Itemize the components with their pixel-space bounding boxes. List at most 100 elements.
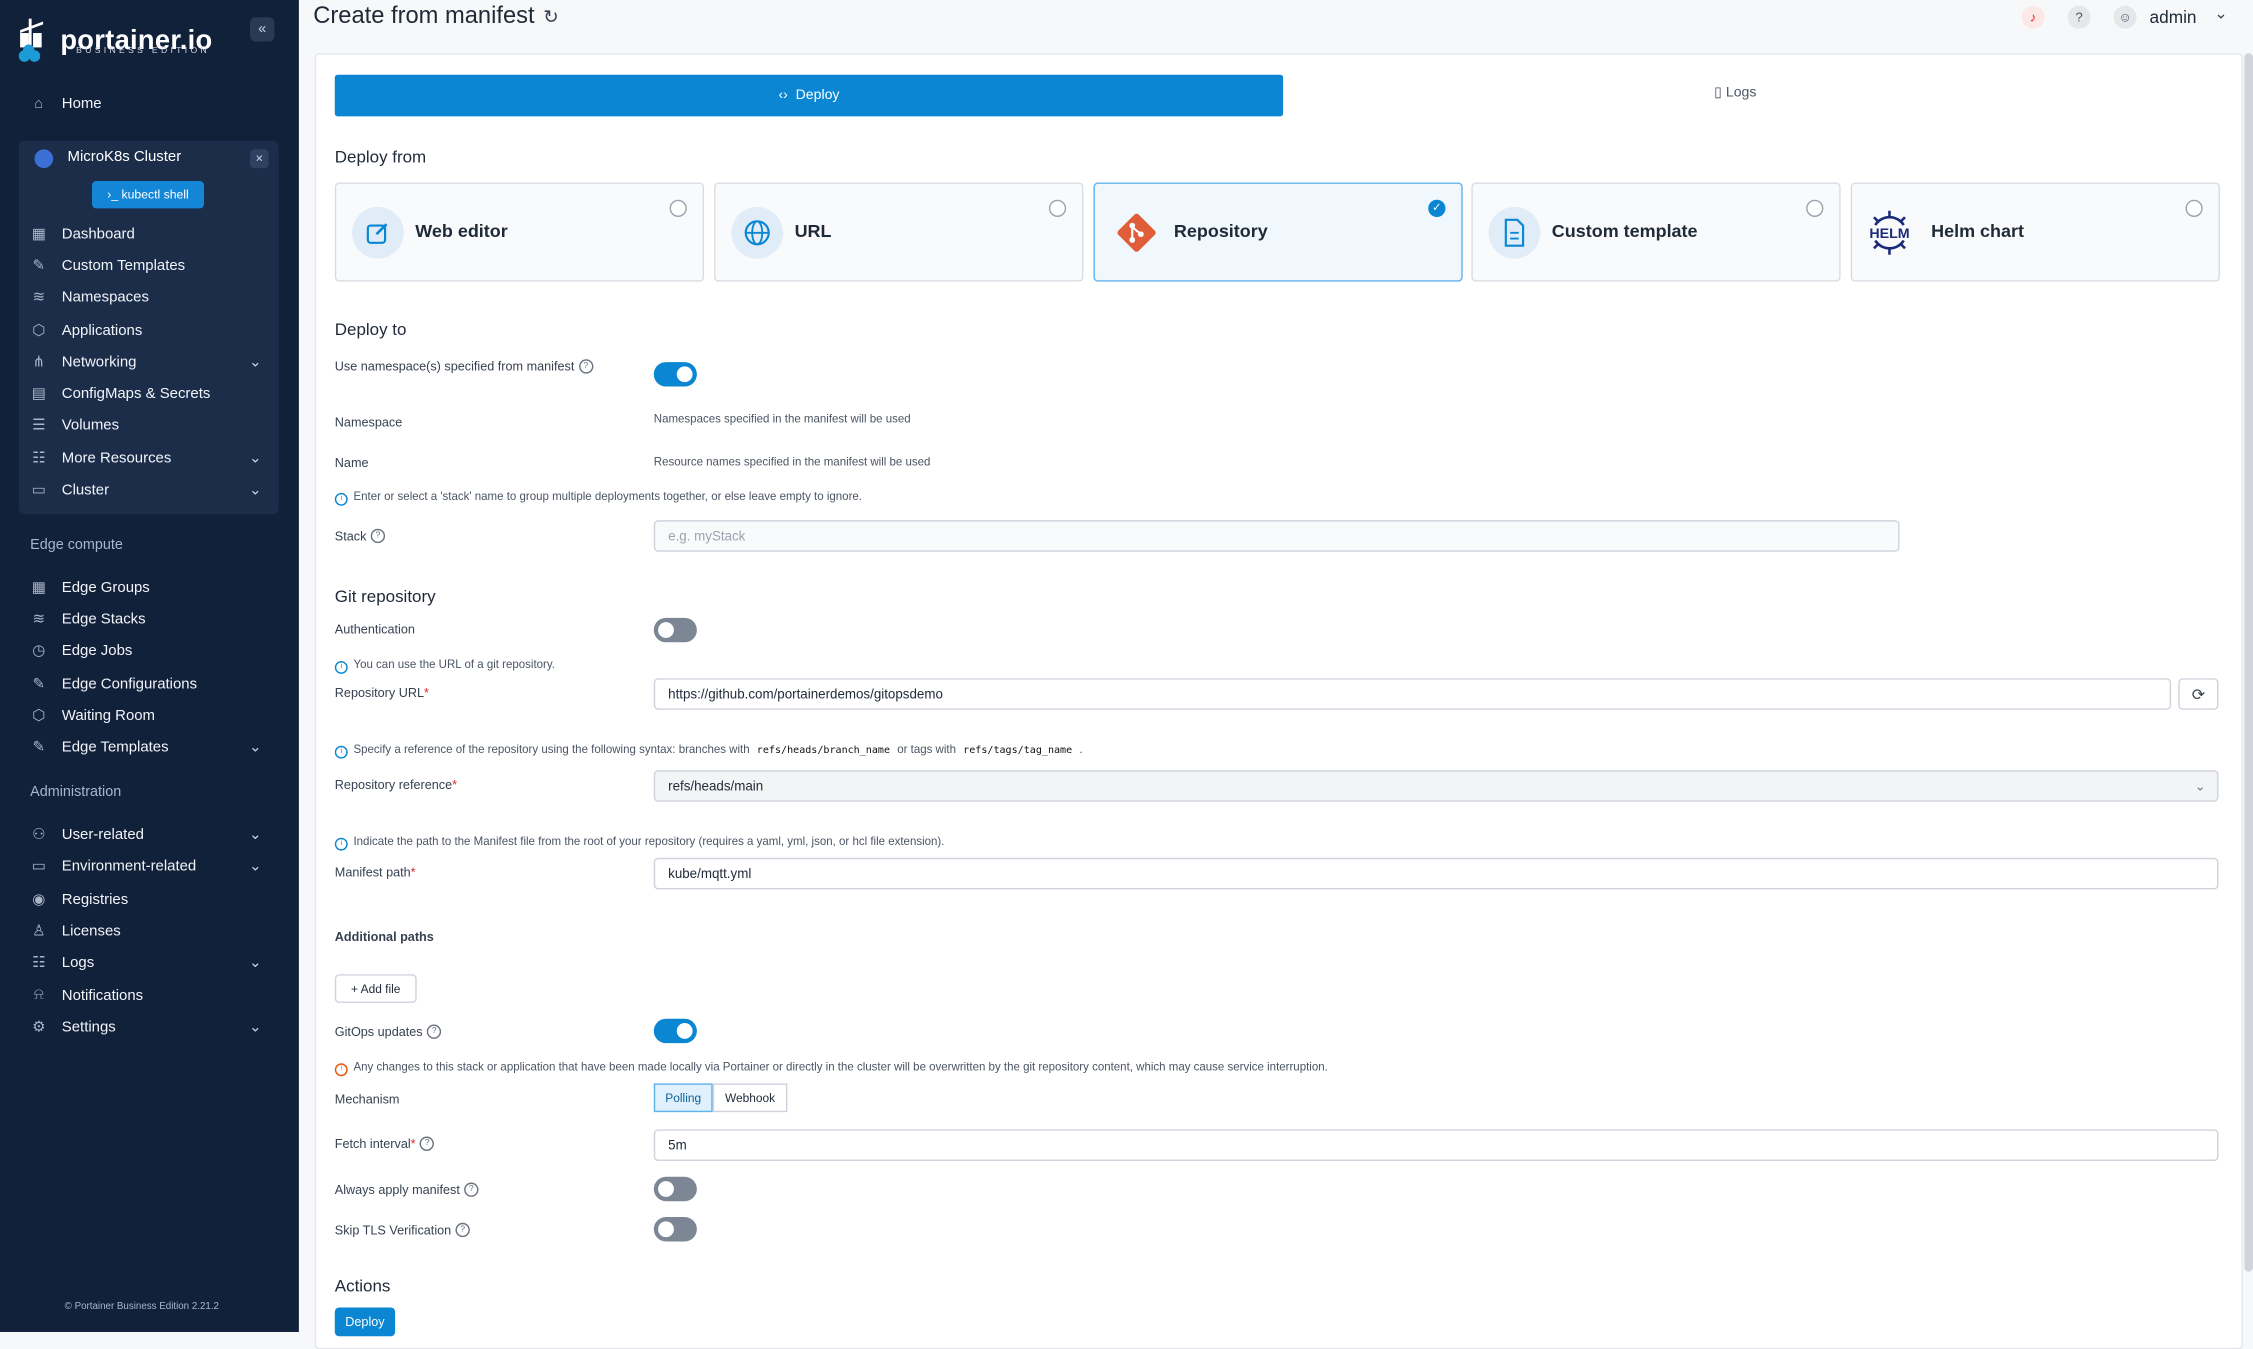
- authentication-label: Authentication: [334, 622, 415, 637]
- git-repository-title: Git repository: [334, 586, 436, 607]
- box-icon: ⬡: [32, 708, 46, 725]
- scrollbar[interactable]: [2244, 53, 2253, 1272]
- reference-help: i Specify a reference of the repository u…: [334, 743, 1083, 759]
- chevron-down-icon[interactable]: ⌄: [2214, 4, 2227, 23]
- sidebar-item-dashboard[interactable]: ▦ Dashboard: [30, 220, 267, 249]
- repository-url-input[interactable]: https://github.com/portainerdemos/gitops…: [653, 678, 2172, 710]
- list-icon: ☷: [32, 955, 46, 972]
- repository-url-label: Repository URL *: [334, 685, 429, 700]
- edit-icon: ✎: [32, 739, 46, 756]
- file-icon: ▯: [1714, 84, 1722, 101]
- add-file-button[interactable]: + Add file: [334, 974, 417, 1003]
- sidebar-item-namespaces[interactable]: ≋ Namespaces: [30, 283, 267, 312]
- authentication-toggle[interactable]: [653, 617, 697, 643]
- sidebar-item-cluster[interactable]: ▭ Cluster ⌄: [30, 476, 267, 505]
- use-namespace-toggle[interactable]: [653, 362, 697, 387]
- close-environment-button[interactable]: ×: [250, 149, 269, 169]
- chevron-down-icon: ⌄: [248, 451, 262, 467]
- radio-custom-template[interactable]: [1806, 199, 1824, 217]
- sidebar-item-logs[interactable]: ☷ Logs ⌄: [30, 948, 267, 977]
- help-icon: ?: [464, 1182, 479, 1197]
- warning-icon: !: [334, 1063, 348, 1077]
- repository-reference-select[interactable]: refs/heads/main ⌄: [653, 770, 2219, 802]
- kubectl-shell-button[interactable]: ›_ kubectl shell: [91, 181, 205, 209]
- portainer-logo[interactable]: portainer.io BUSINESS EDITION: [17, 14, 212, 66]
- bell-icon[interactable]: ♪: [2021, 5, 2045, 29]
- radio-web-editor[interactable]: [669, 199, 687, 217]
- sidebar-item-label: Home: [61, 95, 102, 112]
- database-icon: ☰: [32, 418, 46, 434]
- gitops-updates-toggle[interactable]: [653, 1018, 697, 1044]
- collapse-sidebar-button[interactable]: «: [250, 17, 275, 42]
- option-web-editor[interactable]: Web editor: [334, 182, 705, 282]
- option-repository[interactable]: Repository ✓: [1093, 182, 1463, 282]
- help-icon[interactable]: ?: [2067, 5, 2091, 29]
- sidebar-item-configmaps[interactable]: ▤ ConfigMaps & Secrets: [30, 379, 267, 408]
- award-icon: ♙: [32, 923, 46, 940]
- tab-logs[interactable]: ▯ Logs: [1714, 85, 1756, 101]
- administration-title: Administration: [30, 784, 122, 801]
- option-custom-template[interactable]: Custom template: [1471, 182, 1841, 282]
- always-apply-label: Always apply manifest?: [335, 1182, 479, 1197]
- sidebar-item-edge-jobs[interactable]: ◷ Edge Jobs: [30, 637, 267, 666]
- bell-icon: ⍾: [33, 987, 44, 1003]
- radio-url[interactable]: [1048, 199, 1067, 217]
- sidebar-item-licenses[interactable]: ♙ Licenses: [30, 917, 267, 946]
- sidebar-item-settings[interactable]: ⚙ Settings ⌄: [30, 1013, 267, 1042]
- mechanism-webhook[interactable]: Webhook: [712, 1083, 788, 1113]
- sidebar-item-edge-configurations[interactable]: ✎ Edge Configurations: [30, 670, 267, 699]
- deploy-to-title: Deploy to: [334, 318, 407, 340]
- sidebar-item-volumes[interactable]: ☰ Volumes: [30, 411, 267, 440]
- edit-icon: [352, 206, 404, 259]
- manifest-path-help: i Indicate the path to the Manifest file …: [334, 835, 944, 851]
- name-label: Name: [334, 455, 369, 470]
- radio-repository[interactable]: ✓: [1428, 199, 1446, 217]
- sidebar-item-edge-groups[interactable]: ▦ Edge Groups: [30, 573, 267, 602]
- help-icon: ?: [426, 1024, 442, 1039]
- sidebar-item-more-resources[interactable]: ☷ More Resources ⌄: [30, 444, 267, 473]
- always-apply-toggle[interactable]: [653, 1176, 697, 1202]
- deploy-from-title: Deploy from: [334, 146, 427, 167]
- mechanism-label: Mechanism: [334, 1092, 400, 1107]
- stack-input[interactable]: e.g. myStack: [653, 520, 1900, 552]
- sidebar-item-edge-stacks[interactable]: ≋ Edge Stacks: [30, 605, 267, 634]
- clock-icon: ◷: [32, 643, 46, 660]
- svg-text:HELM: HELM: [1869, 226, 1909, 242]
- sidebar-item-edge-templates[interactable]: ✎ Edge Templates ⌄: [30, 733, 267, 762]
- option-helm-chart[interactable]: HELM Helm chart: [1850, 182, 2220, 282]
- file-lock-icon: ▤: [31, 386, 46, 403]
- refresh-icon[interactable]: ↻: [543, 5, 559, 28]
- namespace-text: Namespaces specified in the manifest wil…: [653, 412, 911, 426]
- repository-reference-label: Repository reference *: [334, 777, 458, 792]
- refresh-icon[interactable]: ⟳: [2178, 678, 2219, 710]
- list-icon: ☷: [32, 451, 46, 467]
- network-icon: ⋔: [32, 354, 46, 371]
- help-icon: ?: [455, 1222, 470, 1238]
- skip-tls-toggle[interactable]: [653, 1217, 697, 1242]
- option-url[interactable]: URL: [714, 182, 1084, 282]
- sidebar-item-home[interactable]: ⌂ Home: [30, 89, 267, 118]
- sidebar-item-custom-templates[interactable]: ✎ Custom Templates: [30, 251, 267, 280]
- sidebar: portainer.io BUSINESS EDITION « ⌂ Home M…: [0, 0, 299, 1332]
- mechanism-polling[interactable]: Polling: [653, 1083, 713, 1113]
- sidebar-item-environment-related[interactable]: ▭ Environment-related ⌄: [30, 852, 267, 881]
- tab-deploy[interactable]: ‹› Deploy: [334, 74, 1284, 117]
- chevron-down-icon: ⌄: [248, 827, 262, 844]
- manifest-path-label: Manifest path *: [334, 864, 416, 880]
- info-icon: i: [334, 745, 348, 759]
- url-help: i You can use the URL of a git repository…: [334, 658, 555, 674]
- manifest-path-input[interactable]: kube/mqtt.yml: [653, 857, 2219, 890]
- fetch-interval-input[interactable]: 5m: [653, 1129, 2219, 1161]
- sidebar-item-registries[interactable]: ◉ Registries: [30, 885, 267, 914]
- sidebar-item-applications[interactable]: ⬡ Applications: [30, 316, 267, 345]
- user-icon[interactable]: ☺: [2113, 5, 2137, 29]
- sidebar-item-notifications[interactable]: ⍾ Notifications: [30, 981, 267, 1010]
- users-icon: ⚇: [32, 827, 46, 844]
- user-menu[interactable]: admin: [2150, 7, 2197, 27]
- sidebar-item-networking[interactable]: ⋔ Networking ⌄: [30, 348, 267, 377]
- gitops-updates-label: GitOps updates?: [335, 1024, 442, 1039]
- chevron-down-icon: ⌄: [2194, 778, 2206, 794]
- sidebar-item-user-related[interactable]: ⚇ User-related ⌄: [30, 820, 267, 849]
- sidebar-item-waiting-room[interactable]: ⬡ Waiting Room: [30, 701, 267, 730]
- radio-helm-chart[interactable]: [2185, 199, 2203, 217]
